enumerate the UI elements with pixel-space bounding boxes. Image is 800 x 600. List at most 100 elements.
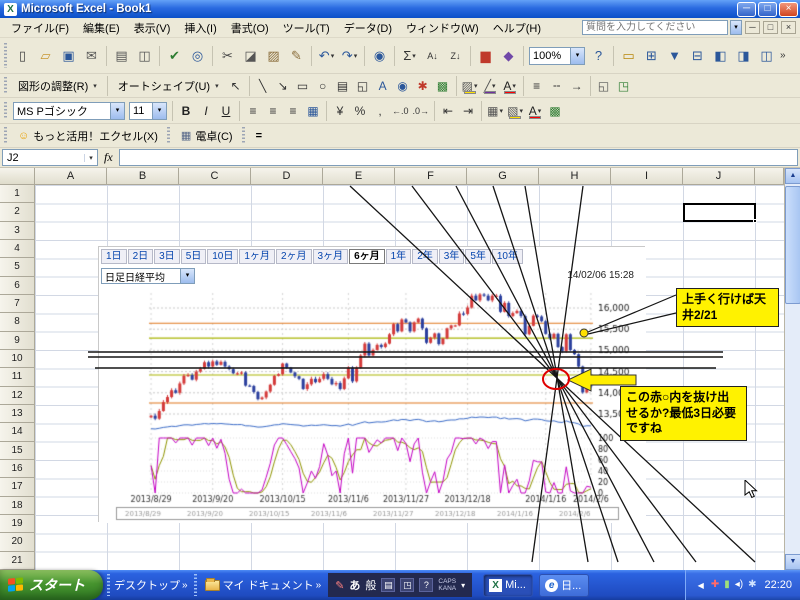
copy-button[interactable]: ◪ <box>239 44 262 67</box>
autofilter-button[interactable]: ▼ <box>663 44 686 67</box>
autosum-button[interactable]: Σ▾ <box>398 44 421 67</box>
period-tab-1年[interactable]: 1年 <box>386 249 412 264</box>
name-box[interactable]: J2 ▾ <box>2 149 98 166</box>
row-header-18[interactable]: 18 <box>0 497 35 515</box>
font-name-combo[interactable]: MS Pゴシック▾ <box>13 102 125 120</box>
dropdown-arrow-icon[interactable]: ▾ <box>538 107 542 115</box>
minimize-button[interactable]: ─ <box>737 2 756 17</box>
font-color-button[interactable]: A▾ <box>525 101 545 121</box>
zoom-dropdown-icon[interactable]: ▾ <box>570 48 584 64</box>
menu-item[interactable]: データ(D) <box>337 18 399 38</box>
column-header-G[interactable]: G <box>467 168 539 185</box>
ime-conversion-mode[interactable]: 般 <box>365 577 376 593</box>
cut-button[interactable]: ✂ <box>216 44 239 67</box>
row-header-11[interactable]: 11 <box>0 368 35 386</box>
dropdown-arrow-icon[interactable]: ▾ <box>474 82 478 90</box>
arrow-button[interactable]: ↘ <box>273 76 293 96</box>
new-file-button[interactable]: ▯ <box>11 44 34 67</box>
align-right-button[interactable]: ≡ <box>283 101 303 121</box>
taskbar-button-browser[interactable]: e 日... <box>539 574 589 597</box>
fill-handle[interactable] <box>753 219 757 223</box>
line-style-button[interactable]: ≡ <box>527 76 547 96</box>
dropdown-arrow-icon[interactable]: ▾ <box>93 82 97 90</box>
percent-style-button[interactable]: % <box>350 101 370 121</box>
row-header-20[interactable]: 20 <box>0 533 35 551</box>
period-tab-6ヶ月[interactable]: 6ヶ月 <box>349 249 385 264</box>
cell-style-button[interactable]: ▩ <box>545 101 565 121</box>
row-header-21[interactable]: 21 <box>0 552 35 570</box>
dropdown-arrow-icon[interactable]: ▾ <box>412 52 416 60</box>
row-header-10[interactable]: 10 <box>0 350 35 368</box>
taskbar-button-excel[interactable]: X Mi... <box>483 574 533 597</box>
period-tab-2日[interactable]: 2日 <box>128 249 154 264</box>
help-question-input[interactable] <box>582 20 728 35</box>
cells-grid[interactable]: 1日2日3日5日10日1ヶ月2ヶ月3ヶ月6ヶ月1年2年3年5年10年 日足日経平… <box>35 185 784 570</box>
print-button[interactable]: ▤ <box>110 44 133 67</box>
toolbar-grip[interactable] <box>194 574 197 596</box>
period-tab-2ヶ月[interactable]: 2ヶ月 <box>276 249 312 264</box>
row-header-12[interactable]: 12 <box>0 387 35 405</box>
comma-style-button[interactable]: , <box>370 101 390 121</box>
hyperlink-button[interactable]: ◉ <box>368 44 391 67</box>
undo-button[interactable]: ↶▾ <box>315 44 338 67</box>
pivot-table-button[interactable]: ⊞ <box>640 44 663 67</box>
sort-descending-button[interactable]: Z↓ <box>444 44 467 67</box>
row-header-14[interactable]: 14 <box>0 423 35 441</box>
dropdown-arrow-icon[interactable]: ▾ <box>354 52 358 60</box>
align-left-button[interactable]: ≡ <box>243 101 263 121</box>
column-header-H[interactable]: H <box>539 168 611 185</box>
oval-button[interactable]: ○ <box>313 76 333 96</box>
scroll-down-icon[interactable]: ▼ <box>785 554 800 570</box>
row-header-9[interactable]: 9 <box>0 332 35 350</box>
research-button[interactable]: ◎ <box>186 44 209 67</box>
row-header-2[interactable]: 2 <box>0 203 35 221</box>
bold-button[interactable]: B <box>176 101 196 121</box>
column-header-A[interactable]: A <box>35 168 107 185</box>
dropdown-arrow-icon[interactable]: ▾ <box>331 52 335 60</box>
row-header-16[interactable]: 16 <box>0 460 35 478</box>
toolbar-grip[interactable] <box>4 43 7 68</box>
dropdown-arrow-icon[interactable]: ▾ <box>492 82 496 90</box>
select-objects-button[interactable]: ↖ <box>226 76 246 96</box>
chart-wizard-button[interactable]: ▆ <box>474 44 497 67</box>
period-tab-3年[interactable]: 3年 <box>439 249 465 264</box>
row-header-4[interactable]: 4 <box>0 240 35 258</box>
menu-item[interactable]: ウィンドウ(W) <box>399 18 486 38</box>
vertical-text-box-button[interactable]: ◱ <box>353 76 373 96</box>
ime-keyboard-icon[interactable]: ▤ <box>381 578 395 592</box>
column-header-C[interactable]: C <box>179 168 251 185</box>
dropdown-arrow-icon[interactable]: ▾ <box>499 107 503 115</box>
row-header-13[interactable]: 13 <box>0 405 35 423</box>
borders-button[interactable]: ▦▾ <box>485 101 505 121</box>
toolbar-grip[interactable] <box>4 102 7 120</box>
group-button[interactable]: ⊟ <box>686 44 709 67</box>
ime-minimize-icon[interactable]: ▾ <box>461 581 465 590</box>
vertical-scrollbar[interactable]: ▲ ▼ <box>784 168 800 570</box>
period-tab-5年[interactable]: 5年 <box>465 249 491 264</box>
title-bar[interactable]: X Microsoft Excel - Book1 ─ □ × <box>0 0 800 18</box>
period-tab-3ヶ月[interactable]: 3ヶ月 <box>313 249 349 264</box>
decrease-indent-button[interactable]: ⇤ <box>438 101 458 121</box>
equals-button[interactable]: = <box>249 127 269 145</box>
fill-color-button[interactable]: ▨▾ <box>460 76 480 96</box>
period-tab-1日[interactable]: 1日 <box>101 249 127 264</box>
column-header-I[interactable]: I <box>611 168 683 185</box>
ime-help-icon[interactable]: ? <box>419 578 433 592</box>
line-button[interactable]: ╲ <box>253 76 273 96</box>
column-header-E[interactable]: E <box>323 168 395 185</box>
word-art-button[interactable]: A <box>373 76 393 96</box>
diagram-button[interactable]: ◉ <box>393 76 413 96</box>
mail-button[interactable]: ✉ <box>80 44 103 67</box>
autoshapes-button[interactable]: オートシェイプ(U)▾ <box>111 75 226 97</box>
row-header-15[interactable]: 15 <box>0 442 35 460</box>
volume-icon[interactable]: ◂) <box>735 580 743 590</box>
active-cell-j2[interactable] <box>683 203 756 222</box>
start-button[interactable]: スタート <box>0 570 103 600</box>
motto-katsuyo-button[interactable]: ☺もっと活用！エクセル(X) <box>11 125 165 147</box>
close-button[interactable]: × <box>779 2 798 17</box>
rectangle-button[interactable]: ▭ <box>293 76 313 96</box>
network-icon[interactable]: ✱ <box>748 580 756 590</box>
column-header-F[interactable]: F <box>395 168 467 185</box>
chart-type-dropdown-icon[interactable]: ▾ <box>180 269 194 283</box>
chart-type-dropdown[interactable]: 日足日経平均 ▾ <box>101 268 195 284</box>
